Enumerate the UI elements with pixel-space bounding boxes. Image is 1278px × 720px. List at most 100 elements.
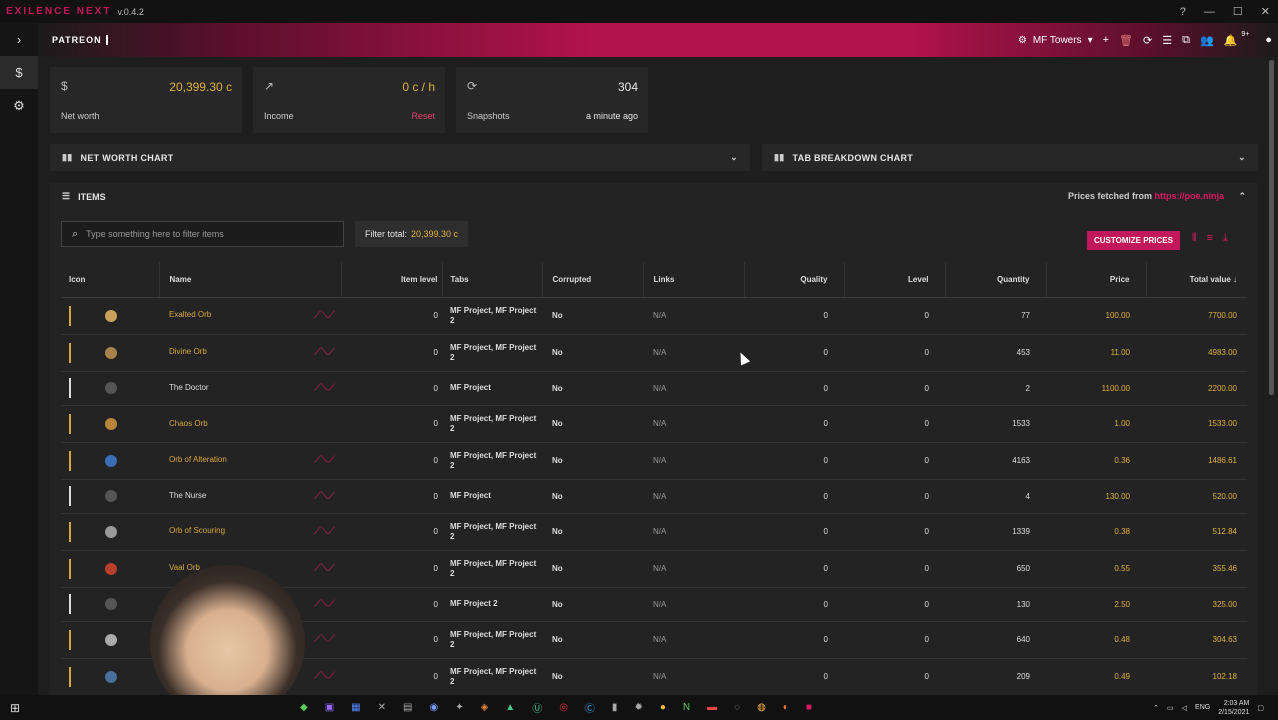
clock-time: 2:03 AM: [1223, 699, 1250, 707]
app-icon[interactable]: ▤: [403, 702, 412, 713]
expand-sidebar-button[interactable]: ›: [0, 23, 38, 56]
item-search[interactable]: ⌕: [61, 221, 344, 247]
col-price[interactable]: Price: [1045, 262, 1146, 298]
delete-profile-icon[interactable]: 🗑: [1119, 34, 1133, 47]
icon-cell: [61, 479, 159, 514]
col-quantity[interactable]: Quantity: [944, 262, 1046, 298]
total-value-cell: 7700.00: [1146, 297, 1247, 335]
chevron-right-icon: ›: [16, 32, 22, 47]
items-header[interactable]: ☰ ITEMS Prices fetched from https://poe.…: [50, 183, 1258, 210]
item-name[interactable]: Orb of Alteration: [169, 455, 227, 464]
item-name[interactable]: Orb of Scouring: [169, 526, 225, 535]
volume-icon[interactable]: ◁: [1182, 704, 1187, 712]
app-icon[interactable]: ✕: [378, 702, 386, 713]
reset-button[interactable]: Reset: [411, 111, 435, 121]
app-icon[interactable]: ◎: [559, 702, 568, 713]
col-level[interactable]: Level: [843, 262, 945, 298]
minimize-button[interactable]: —: [1204, 6, 1215, 18]
links-cell: N/A: [643, 334, 744, 372]
item-name[interactable]: The Nurse: [169, 491, 206, 500]
group-icon[interactable]: 👥: [1200, 34, 1214, 47]
item-name[interactable]: Chaos Orb: [169, 419, 208, 428]
poe-ninja-link[interactable]: https://poe.ninja: [1155, 191, 1225, 201]
maximize-button[interactable]: ☐: [1233, 5, 1243, 18]
item-name[interactable]: The Doctor: [169, 383, 209, 392]
chevron-up-icon[interactable]: ⌃: [1153, 704, 1159, 712]
app-icon[interactable]: ▬: [707, 702, 717, 713]
exilence-icon[interactable]: ■: [806, 702, 812, 713]
filter-icon[interactable]: ≡: [1207, 232, 1213, 245]
table-row[interactable]: Orb of Scouring ⟋⟍⟋ 0 MF Project, MF Projec…: [61, 513, 1247, 551]
col-name[interactable]: Name: [158, 262, 341, 298]
table-row[interactable]: Divine Orb ⟋⟍⟋ 0 MF Project, MF Project 2 No N…: [61, 334, 1247, 372]
notifications-icon[interactable]: ▢: [1257, 704, 1264, 712]
app-icon[interactable]: ●: [660, 702, 666, 713]
name-cell: The Doctor ⟋⟍⟋: [159, 371, 341, 406]
col-item-level[interactable]: Item level: [340, 262, 442, 298]
bell-icon[interactable]: 🔔: [1224, 34, 1238, 47]
help-icon[interactable]: ?: [1180, 6, 1186, 18]
icon-cell: [61, 297, 159, 335]
app-icon[interactable]: ◉: [429, 702, 438, 713]
clock[interactable]: 2:03 AM 2/15/2021: [1218, 699, 1249, 717]
quantity-cell: 209: [945, 658, 1046, 696]
app-icon[interactable]: ◈: [481, 702, 489, 713]
account-icon[interactable]: ●: [1265, 34, 1272, 46]
table-row[interactable]: Exalted Orb ⟋⟍⟋ 0 MF Project, MF Project 2 No…: [61, 297, 1247, 335]
firefox-icon[interactable]: ◐: [783, 702, 789, 713]
corrupted-cell: No: [542, 550, 643, 588]
table-row[interactable]: The Nurse ⟋⟍⟋ 0 MF Project No N/A 0 0 4 130.00 520…: [61, 479, 1247, 514]
icon-cell: [61, 334, 159, 372]
rarity-stripe: [69, 666, 71, 687]
add-profile-button[interactable]: +: [1103, 34, 1109, 46]
col-links[interactable]: Links: [642, 262, 744, 298]
customize-prices-button[interactable]: CUSTOMIZE PRICES: [1087, 231, 1180, 250]
app-icon[interactable]: ▦: [351, 702, 360, 713]
app-icon[interactable]: ▣: [325, 702, 334, 713]
table-row[interactable]: Orb of Alteration ⟋⟍⟋ 0 MF Project, MF Proj…: [61, 442, 1247, 480]
search-input[interactable]: [86, 229, 317, 239]
col-icon[interactable]: Icon: [61, 262, 159, 298]
app-icon[interactable]: ▮: [612, 702, 618, 713]
networth-chart-panel[interactable]: ▮▮ NET WORTH CHART ⌄: [50, 144, 750, 171]
app-icon[interactable]: N: [683, 702, 690, 713]
app-icon[interactable]: ◆: [300, 702, 308, 713]
col-tabs[interactable]: Tabs: [441, 262, 542, 298]
col-corrupted[interactable]: Corrupted: [541, 262, 643, 298]
app-icon[interactable]: ✦: [455, 702, 463, 713]
name-cell: Orb of Alteration ⟋⟍⟋: [159, 442, 341, 480]
app-icon[interactable]: ◌: [734, 702, 740, 713]
links-cell: N/A: [643, 297, 744, 335]
col-quality[interactable]: Quality: [743, 262, 844, 298]
main-scrollbar[interactable]: [1269, 60, 1274, 395]
table-row[interactable]: The Doctor ⟋⟍⟋ 0 MF Project No N/A 0 0 2 1100.00 2…: [61, 371, 1247, 406]
tabs-cell: MF Project, MF Project 2: [442, 442, 542, 480]
col-total-value[interactable]: Total value ↓: [1145, 262, 1247, 298]
snapshot-list-icon[interactable]: ☰: [1162, 34, 1172, 47]
app-icon[interactable]: Ⓤ: [532, 700, 542, 715]
keyboard-language[interactable]: ENG: [1195, 704, 1210, 711]
table-row[interactable]: Chaos Orb 0 MF Project, MF Project 2 No N/A 0 0…: [61, 405, 1247, 443]
start-icon[interactable]: ⊞: [10, 701, 20, 715]
profile-selector[interactable]: ⚙ MF Towers ▾: [1018, 35, 1093, 46]
tab-breakdown-chart-panel[interactable]: ▮▮ TAB BREAKDOWN CHART ⌄: [762, 144, 1258, 171]
download-icon[interactable]: ⤓: [1223, 232, 1228, 245]
chrome-icon[interactable]: ◍: [757, 702, 766, 713]
tabs-line-1: MF Project 2: [450, 599, 498, 608]
refresh-icon[interactable]: ⟳: [1143, 34, 1152, 47]
item-name[interactable]: Exalted Orb: [169, 310, 211, 319]
app-icon[interactable]: ✹: [634, 702, 642, 713]
network-icon[interactable]: ▭: [1167, 704, 1174, 712]
snapshots-card: ⟳ 304 Snapshots a minute ago: [456, 67, 648, 133]
app-icon[interactable]: ▲: [505, 702, 515, 713]
columns-icon[interactable]: ⫴: [1192, 232, 1197, 245]
app-icon[interactable]: Ⓒ: [585, 700, 595, 715]
sidebar-item-settings[interactable]: ⚙: [0, 89, 38, 122]
patreon-link[interactable]: PATREON: [52, 35, 108, 45]
item-level-cell: 0: [341, 587, 442, 622]
overlay-icon[interactable]: ⧉: [1182, 34, 1190, 47]
sidebar-item-networth[interactable]: $: [0, 56, 38, 89]
income-card: ↗ 0 c / h Income Reset: [253, 67, 445, 133]
close-button[interactable]: ✕: [1261, 5, 1270, 18]
item-name[interactable]: Divine Orb: [169, 347, 207, 356]
